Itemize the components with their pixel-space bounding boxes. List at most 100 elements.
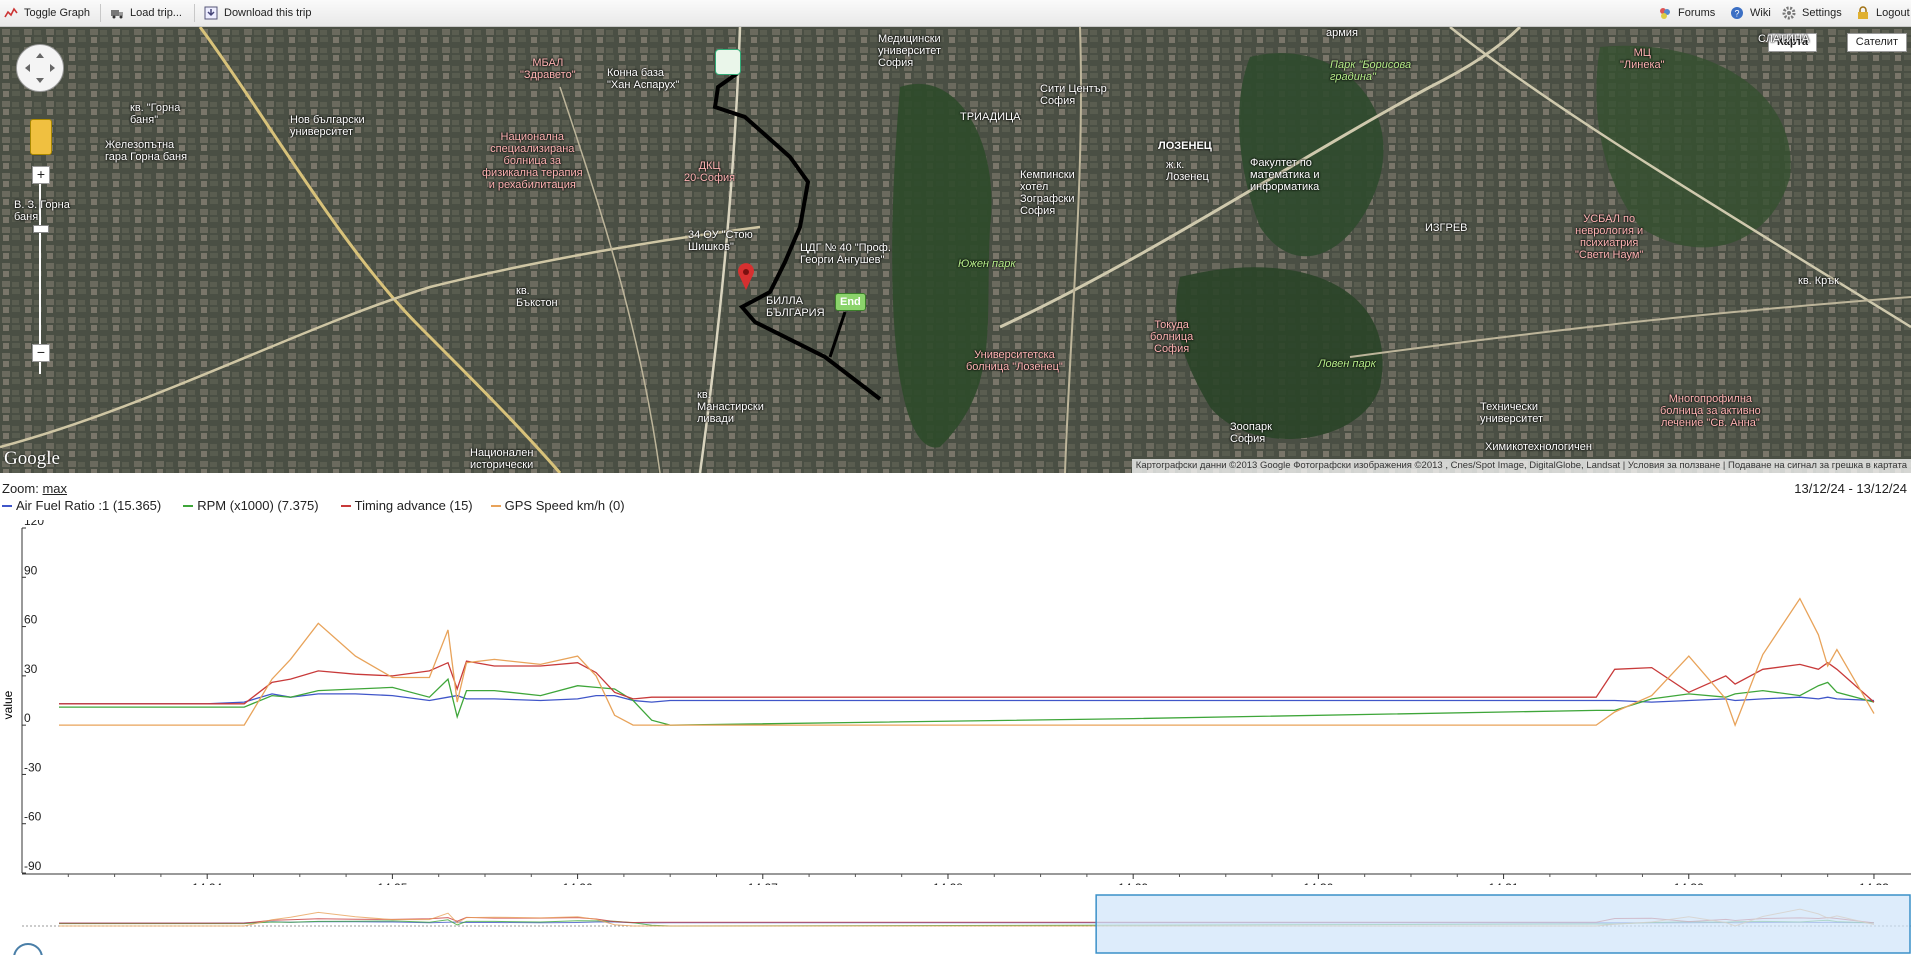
map-label: кв. Крък <box>1798 275 1839 287</box>
settings-label: Settings <box>1802 7 1842 19</box>
legend-label: Timing advance (15) <box>354 498 473 513</box>
map-label: Факултет по математика и информатика <box>1250 157 1320 193</box>
map-label: Нов български университет <box>290 114 365 138</box>
map-label: БИЛЛА БЪЛГАРИЯ <box>766 295 825 319</box>
navigator-selection[interactable] <box>1095 894 1911 954</box>
map-label: Парк "Борисова градина" <box>1330 59 1412 83</box>
download-trip-button[interactable]: Download this trip <box>204 0 311 26</box>
map-view[interactable]: + − Карта Сателит End кв. "Горна баня" Ж… <box>0 27 1911 473</box>
map-label: В. З. Горна баня <box>14 199 70 223</box>
legend-label: Air Fuel Ratio :1 (15.365) <box>16 498 162 513</box>
y-tick-label: 120 <box>24 520 44 528</box>
logout-label: Logout <box>1876 7 1910 19</box>
y-tick-label: 90 <box>24 563 38 577</box>
map-type-satellite-button[interactable]: Сателит <box>1846 33 1907 52</box>
zoom-out-button[interactable]: − <box>32 344 50 362</box>
map-label: Конна база "Хан Аспарух" <box>607 67 680 91</box>
graph-icon <box>4 7 18 18</box>
chart-series-lines <box>59 597 1875 727</box>
logout-link[interactable]: Logout <box>1856 0 1910 26</box>
trip-chart[interactable]: 120 90 60 30 0 -30 -60 -90 14:24 14:25 14:26 14:27… <box>0 520 1911 885</box>
street-view-pegman-icon[interactable] <box>30 119 52 155</box>
y-tick-label: -90 <box>24 859 42 873</box>
legend-swatch <box>2 504 12 507</box>
map-label: Железопътна гара Горна баня <box>105 139 188 163</box>
legend-item-rpm[interactable]: RPM (x1000) (7.375) <box>183 498 319 513</box>
map-label: Национална специализирана болница за физ… <box>482 131 583 191</box>
chart-header: Zoom: max 13/12/24 - 13/12/24 Air Fuel R… <box>0 478 1911 518</box>
zoom-max-link[interactable]: max <box>42 481 67 496</box>
pan-arrows-icon <box>25 53 55 83</box>
download-trip-label: Download this trip <box>224 7 312 19</box>
map-label: ЛОЗЕНЕЦ <box>1158 140 1212 152</box>
navigator-handle-icon[interactable] <box>13 943 43 955</box>
truck-icon <box>111 10 123 19</box>
map-label: Токуда болница София <box>1150 319 1194 355</box>
forums-link[interactable]: Forums <box>1658 0 1715 26</box>
download-icon <box>204 6 218 20</box>
location-pin-icon[interactable] <box>737 263 755 291</box>
map-attribution[interactable]: Картографски данни ©2013 Google Фотограф… <box>1131 459 1911 473</box>
x-tick-label: 14:25 <box>377 881 407 885</box>
toolbar-divider <box>194 4 195 22</box>
load-trip-label: Load trip... <box>130 7 182 19</box>
zoom-in-button[interactable]: + <box>32 166 50 184</box>
map-label: Многопрофилна болница за активно лечение… <box>1660 393 1761 429</box>
map-label: Ловен парк <box>1318 358 1376 370</box>
top-toolbar: Toggle Graph Load trip... Download this … <box>0 0 1911 27</box>
wiki-link[interactable]: ? Wiki <box>1730 0 1771 26</box>
map-label: кв. "Горна баня" <box>130 102 181 126</box>
y-tick-label: 0 <box>24 711 31 725</box>
x-tick-label: 14:27 <box>748 881 778 885</box>
range-navigator[interactable] <box>0 888 1911 955</box>
map-label: Зоопарк София <box>1230 421 1272 445</box>
legend-label: RPM (x1000) (7.375) <box>197 498 319 513</box>
map-label: Медицински университет София <box>878 33 942 69</box>
map-label: Сити Център София <box>1040 83 1107 107</box>
legend-item-gps-speed[interactable]: GPS Speed km/h (0) <box>490 498 625 513</box>
map-label: МБАЛ "Здравето" <box>520 57 576 81</box>
series-line-4 <box>59 597 1875 727</box>
series-line-1 <box>59 693 1875 705</box>
map-label: ЦДГ № 40 "Проф. Георги Ангушев" <box>800 242 891 266</box>
zoom-control: Zoom: max <box>2 481 67 496</box>
x-tick-label: 14:24 <box>192 881 222 885</box>
map-label: армия <box>1326 27 1358 39</box>
google-logo: Google <box>4 448 60 469</box>
legend-swatch <box>183 504 194 507</box>
y-tick-label: -60 <box>24 810 42 824</box>
start-marker-icon[interactable] <box>715 49 741 75</box>
help-icon: ? <box>1731 7 1743 19</box>
gear-icon <box>1782 6 1796 20</box>
legend-swatch <box>490 504 501 507</box>
legend-swatch <box>340 504 351 507</box>
map-label: МЦ "Линека" <box>1620 47 1665 71</box>
settings-link[interactable]: Settings <box>1782 0 1842 26</box>
y-tick-label: -30 <box>24 760 42 774</box>
y-tick-label: 30 <box>24 662 38 676</box>
map-label: Технически университет <box>1480 401 1544 425</box>
series-line-3 <box>59 660 1875 705</box>
map-label: Южен парк <box>958 258 1016 270</box>
chart-legend: Air Fuel Ratio :1 (15.365) RPM (x1000) (… <box>2 498 647 513</box>
map-label: Химикотехнологичен <box>1485 441 1592 453</box>
toggle-graph-button[interactable]: Toggle Graph <box>4 0 90 26</box>
legend-item-timing[interactable]: Timing advance (15) <box>340 498 473 513</box>
legend-label: GPS Speed km/h (0) <box>504 498 625 513</box>
map-label: кв. Бъкстон <box>516 285 558 309</box>
x-tick-label: 14:31 <box>1489 881 1519 885</box>
map-label: Кемпински хотел Зографски София <box>1020 169 1075 217</box>
x-tick-label: 14:32 <box>1674 881 1704 885</box>
svg-text:?: ? <box>1734 9 1739 19</box>
legend-item-air-fuel[interactable]: Air Fuel Ratio :1 (15.365) <box>2 498 161 513</box>
load-trip-button[interactable]: Load trip... <box>110 0 182 26</box>
pan-control[interactable] <box>16 44 64 92</box>
map-label: СЛАТИНА <box>1758 33 1810 45</box>
y-tick-label: 60 <box>24 613 38 627</box>
map-label: ж.к. Лозенец <box>1166 159 1209 183</box>
end-marker[interactable]: End <box>835 293 866 311</box>
zoom-slider-handle[interactable] <box>33 225 49 233</box>
lock-icon <box>1858 6 1868 19</box>
series-line-2 <box>59 677 1875 726</box>
map-label: кв. Манастирски ливади <box>697 389 764 425</box>
